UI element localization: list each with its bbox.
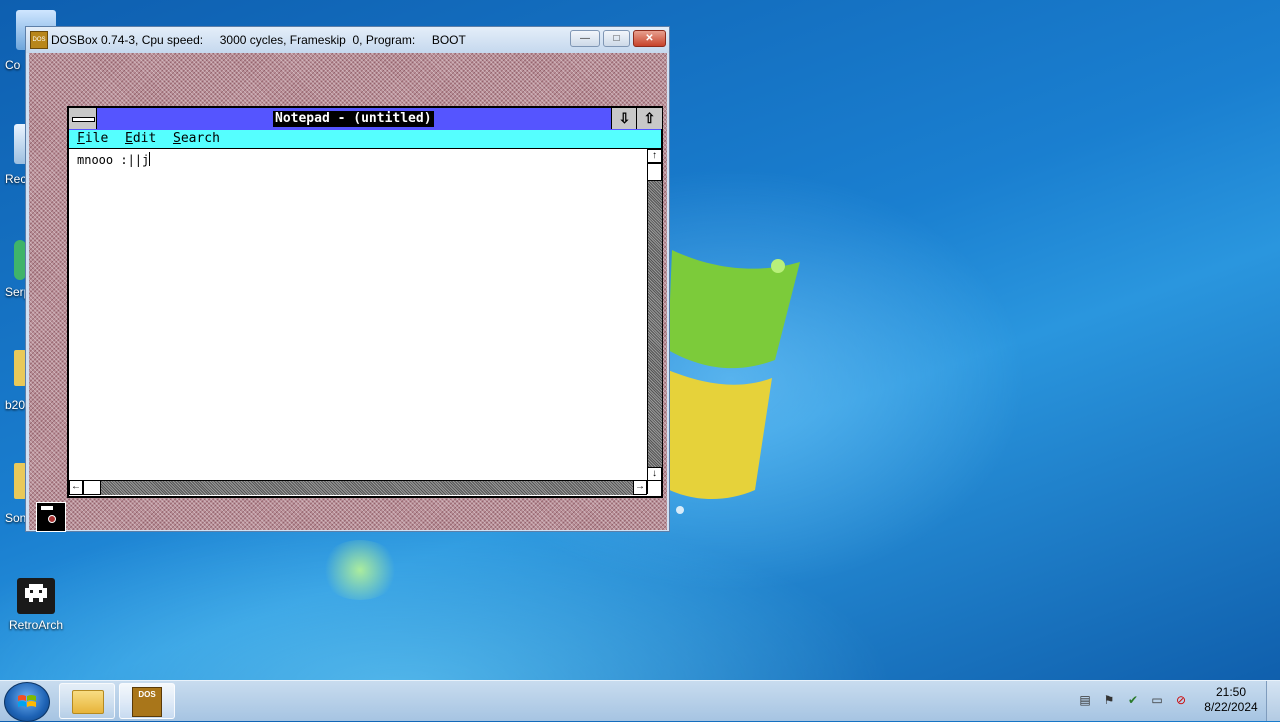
scroll-corner xyxy=(647,480,661,494)
system-menu-button[interactable] xyxy=(69,108,97,129)
windows-flag-icon xyxy=(18,695,36,707)
menu-label: ile xyxy=(84,131,109,146)
dosbox-app-icon[interactable]: DOS xyxy=(30,31,48,49)
scroll-left-button[interactable]: ← xyxy=(69,480,83,495)
minimized-icon-bar xyxy=(41,506,53,510)
notepad-minimize-button[interactable]: ⇩ xyxy=(611,108,637,129)
menu-label: dit xyxy=(132,131,157,146)
dosbox-screen[interactable]: Notepad - (untitled) ⇩ ⇧ File Edit Searc… xyxy=(29,53,667,532)
desktop-icon-label: RetroArch xyxy=(8,618,64,632)
text-caret xyxy=(149,152,151,166)
network-icon[interactable]: ✔ xyxy=(1126,693,1140,707)
vertical-scroll-thumb[interactable] xyxy=(647,163,662,181)
wallpaper-glow xyxy=(320,540,400,600)
menu-accelerator: S xyxy=(173,131,181,146)
dosbox-window: DOS DOSBox 0.74-3, Cpu speed: 3000 cycle… xyxy=(25,26,670,532)
display-icon[interactable]: ▭ xyxy=(1150,693,1164,707)
clock-date: 8/22/2024 xyxy=(1204,700,1258,714)
horizontal-scroll-thumb[interactable] xyxy=(83,480,101,495)
scroll-up-button[interactable]: ↑ xyxy=(647,149,662,163)
notes-icon[interactable]: ▤ xyxy=(1078,693,1092,707)
flag-icon[interactable]: ⚑ xyxy=(1102,693,1116,707)
folder-icon xyxy=(72,690,104,714)
desktop-icon-retroarch[interactable]: RetroArch xyxy=(0,578,72,632)
scroll-right-button[interactable]: → xyxy=(633,480,647,495)
menu-file[interactable]: File xyxy=(77,131,108,146)
notepad-content: mnooo :||j xyxy=(77,153,150,167)
notepad-title-bar[interactable]: Notepad - (untitled) ⇩ ⇧ xyxy=(69,108,662,131)
windows-logo xyxy=(660,250,800,514)
show-desktop-button[interactable] xyxy=(1266,681,1280,721)
desktop-icon-label[interactable]: Son xyxy=(5,511,26,525)
notepad-title: Notepad - (untitled) xyxy=(273,111,434,127)
minimized-icon-dot xyxy=(48,515,56,523)
menu-accelerator: F xyxy=(77,131,85,146)
vertical-scrollbar[interactable]: ↑ ↓ xyxy=(647,149,662,481)
volume-muted-icon[interactable]: ⊘ xyxy=(1174,693,1188,707)
minimize-button[interactable]: — xyxy=(570,30,600,47)
taskbar-dosbox-button[interactable]: DOS xyxy=(119,683,175,719)
clock[interactable]: 21:50 8/22/2024 xyxy=(1196,685,1266,715)
desktop-icon-label[interactable]: Rec xyxy=(5,172,26,186)
notepad-text-area[interactable]: mnooo :||j xyxy=(77,152,151,167)
menu-accelerator: E xyxy=(125,131,133,146)
desktop-icon-label[interactable]: b20 xyxy=(5,398,25,412)
menu-edit[interactable]: Edit xyxy=(125,131,156,146)
system-menu-icon xyxy=(72,117,95,122)
dosbox-title: DOSBox 0.74-3, Cpu speed: 3000 cycles, F… xyxy=(51,33,466,47)
notepad-window: Notepad - (untitled) ⇩ ⇧ File Edit Searc… xyxy=(67,106,663,498)
retroarch-icon xyxy=(17,578,55,614)
close-button[interactable]: ✕ xyxy=(633,30,666,47)
notepad-menu-bar: File Edit Search xyxy=(69,130,661,149)
menu-label: earch xyxy=(180,131,220,146)
minimized-app-icon[interactable] xyxy=(36,502,66,532)
menu-search[interactable]: Search xyxy=(173,131,220,146)
desktop-icon-label[interactable]: Co xyxy=(5,58,20,72)
dosbox-icon: DOS xyxy=(132,687,162,717)
horizontal-scrollbar[interactable]: ← → xyxy=(69,480,647,495)
maximize-button[interactable]: □ xyxy=(603,30,630,47)
taskbar: DOS ▤ ⚑ ✔ ▭ ⊘ 21:50 8/22/2024 xyxy=(0,680,1280,722)
dosbox-title-bar[interactable]: DOS DOSBox 0.74-3, Cpu speed: 3000 cycle… xyxy=(26,27,669,53)
notepad-maximize-button[interactable]: ⇧ xyxy=(636,108,662,129)
clock-time: 21:50 xyxy=(1215,685,1247,699)
scroll-down-button[interactable]: ↓ xyxy=(647,467,662,481)
start-button[interactable] xyxy=(4,682,50,722)
taskbar-explorer-button[interactable] xyxy=(59,683,115,719)
